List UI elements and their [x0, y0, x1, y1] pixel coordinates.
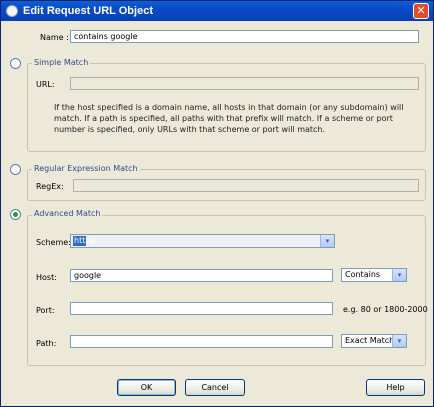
- simple-match-legend: Simple Match: [32, 58, 91, 68]
- advanced-match-radio[interactable]: [10, 209, 21, 220]
- radio-selected-dot: [13, 212, 18, 217]
- host-label: Host:: [36, 273, 57, 282]
- url-label: URL:: [36, 80, 55, 89]
- port-hint: e.g. 80 or 1800-2000: [343, 305, 428, 314]
- host-input[interactable]: google: [70, 269, 333, 282]
- regex-match-legend: Regular Expression Match: [32, 164, 140, 174]
- port-input[interactable]: [70, 302, 333, 315]
- advanced-match-legend: Advanced Match: [32, 209, 103, 219]
- host-match-mode-select[interactable]: Contains ▾: [341, 268, 407, 282]
- url-input[interactable]: [70, 77, 419, 90]
- scheme-value: https: [73, 236, 95, 246]
- path-match-mode-select[interactable]: Exact Match ▾: [341, 334, 407, 348]
- path-input[interactable]: [70, 335, 333, 348]
- window-title: Edit Request URL Object: [23, 5, 153, 17]
- name-label: Name :: [40, 33, 69, 42]
- close-button[interactable]: ✕: [413, 3, 429, 19]
- scheme-select[interactable]: https ▾: [70, 234, 335, 248]
- path-label: Path:: [36, 339, 57, 348]
- regex-match-radio[interactable]: [10, 164, 21, 175]
- port-label: Port:: [36, 306, 55, 315]
- simple-match-radio[interactable]: [10, 58, 21, 69]
- help-button[interactable]: Help: [366, 379, 425, 396]
- regex-label: RegEx:: [36, 182, 64, 191]
- ok-button[interactable]: OK: [117, 379, 176, 396]
- regex-input[interactable]: [73, 179, 419, 192]
- chevron-down-icon[interactable]: ▾: [392, 269, 406, 281]
- host-match-mode-value: Contains: [345, 270, 381, 279]
- path-match-mode-value: Exact Match: [345, 336, 395, 345]
- chevron-down-icon[interactable]: ▾: [392, 335, 406, 347]
- chevron-down-icon[interactable]: ▾: [320, 235, 334, 247]
- app-icon: [6, 5, 18, 17]
- cancel-button[interactable]: Cancel: [185, 379, 245, 396]
- simple-match-description: If the host specified is a domain name, …: [54, 103, 404, 134]
- edit-request-url-dialog: Edit Request URL Object ✕ Name : contain…: [0, 0, 434, 407]
- title-bar[interactable]: Edit Request URL Object ✕: [1, 1, 433, 21]
- name-input[interactable]: contains google: [70, 30, 419, 43]
- scheme-label: Scheme:: [36, 238, 71, 247]
